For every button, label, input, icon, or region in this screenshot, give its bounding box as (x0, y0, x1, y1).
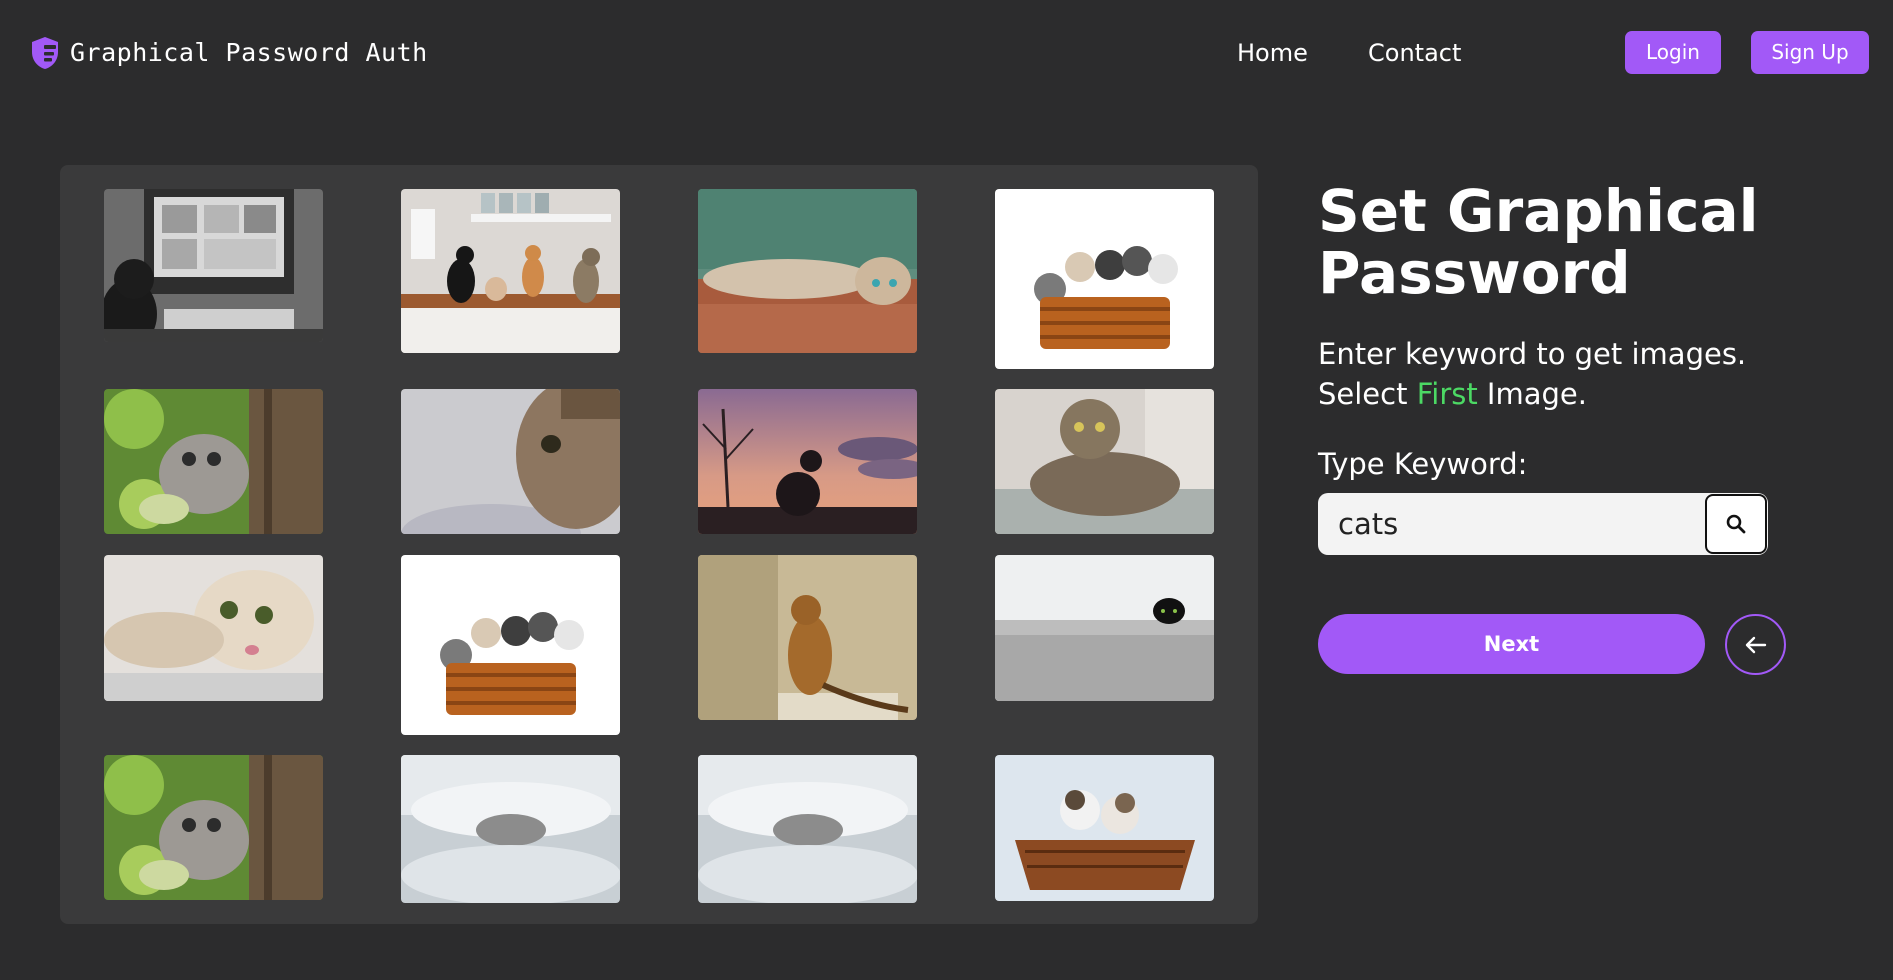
back-button[interactable] (1725, 614, 1786, 675)
cat-sunset-image (698, 389, 917, 534)
kitten-blanket-image-2 (698, 755, 917, 903)
gallery-image-12[interactable] (995, 555, 1214, 701)
gallery-image-15[interactable] (698, 755, 917, 903)
brand[interactable]: Graphical Password Auth (30, 36, 428, 70)
next-button[interactable]: Next (1318, 614, 1705, 674)
instruction-select-prefix: Select (1318, 377, 1417, 411)
shield-key-icon (32, 37, 58, 69)
instruction-highlight: First (1416, 377, 1478, 411)
cats-kitchen-image (401, 189, 620, 353)
kittens-basket-image-2 (401, 555, 620, 735)
surprised-cat-image (104, 555, 323, 701)
gallery-image-2[interactable] (401, 189, 620, 353)
nav-contact-link[interactable]: Contact (1368, 36, 1461, 70)
image-gallery (60, 165, 1258, 924)
cat-computer-image (104, 189, 323, 342)
kitten-tree-image (104, 389, 323, 534)
gallery-image-5[interactable] (104, 389, 323, 534)
login-button[interactable]: Login (1625, 31, 1721, 74)
navbar: Graphical Password Auth Home Contact Log… (0, 0, 1893, 106)
gallery-image-6[interactable] (401, 389, 620, 534)
gallery-image-4[interactable] (995, 189, 1214, 369)
keyword-label: Type Keyword: (1318, 447, 1528, 481)
nav-home-link[interactable]: Home (1237, 36, 1308, 70)
gallery-image-14[interactable] (401, 755, 620, 903)
cat-closeup-image (401, 389, 620, 534)
arrow-left-icon (1745, 636, 1766, 653)
instruction-select: Select First Image. (1318, 374, 1838, 414)
gallery-image-13[interactable] (104, 755, 323, 900)
gallery-image-1[interactable] (104, 189, 323, 342)
search-bar (1318, 493, 1768, 555)
black-cat-wall-image (995, 555, 1214, 701)
bengal-cat-image (698, 555, 917, 720)
signup-button[interactable]: Sign Up (1751, 31, 1869, 74)
cat-floor-image (698, 189, 917, 353)
page-title: Set Graphical Password (1318, 177, 1759, 307)
two-kittens-basket-image (995, 755, 1214, 901)
gallery-image-3[interactable] (698, 189, 917, 353)
tabby-sofa-image (995, 389, 1214, 534)
gallery-image-9[interactable] (104, 555, 323, 701)
gallery-image-11[interactable] (698, 555, 917, 720)
gallery-image-8[interactable] (995, 389, 1214, 534)
kitten-blanket-image (401, 755, 620, 903)
kittens-basket-image (995, 189, 1214, 369)
gallery-image-16[interactable] (995, 755, 1214, 901)
brand-title: Graphical Password Auth (70, 38, 428, 67)
keyword-input[interactable] (1318, 493, 1705, 555)
search-icon (1726, 514, 1746, 534)
instruction-suffix: Image. (1477, 377, 1587, 411)
kitten-tree-image-2 (104, 755, 323, 900)
gallery-image-10[interactable] (401, 555, 620, 735)
search-button[interactable] (1705, 494, 1767, 554)
instruction-keyword: Enter keyword to get images. (1318, 337, 1747, 371)
gallery-image-7[interactable] (698, 389, 917, 534)
